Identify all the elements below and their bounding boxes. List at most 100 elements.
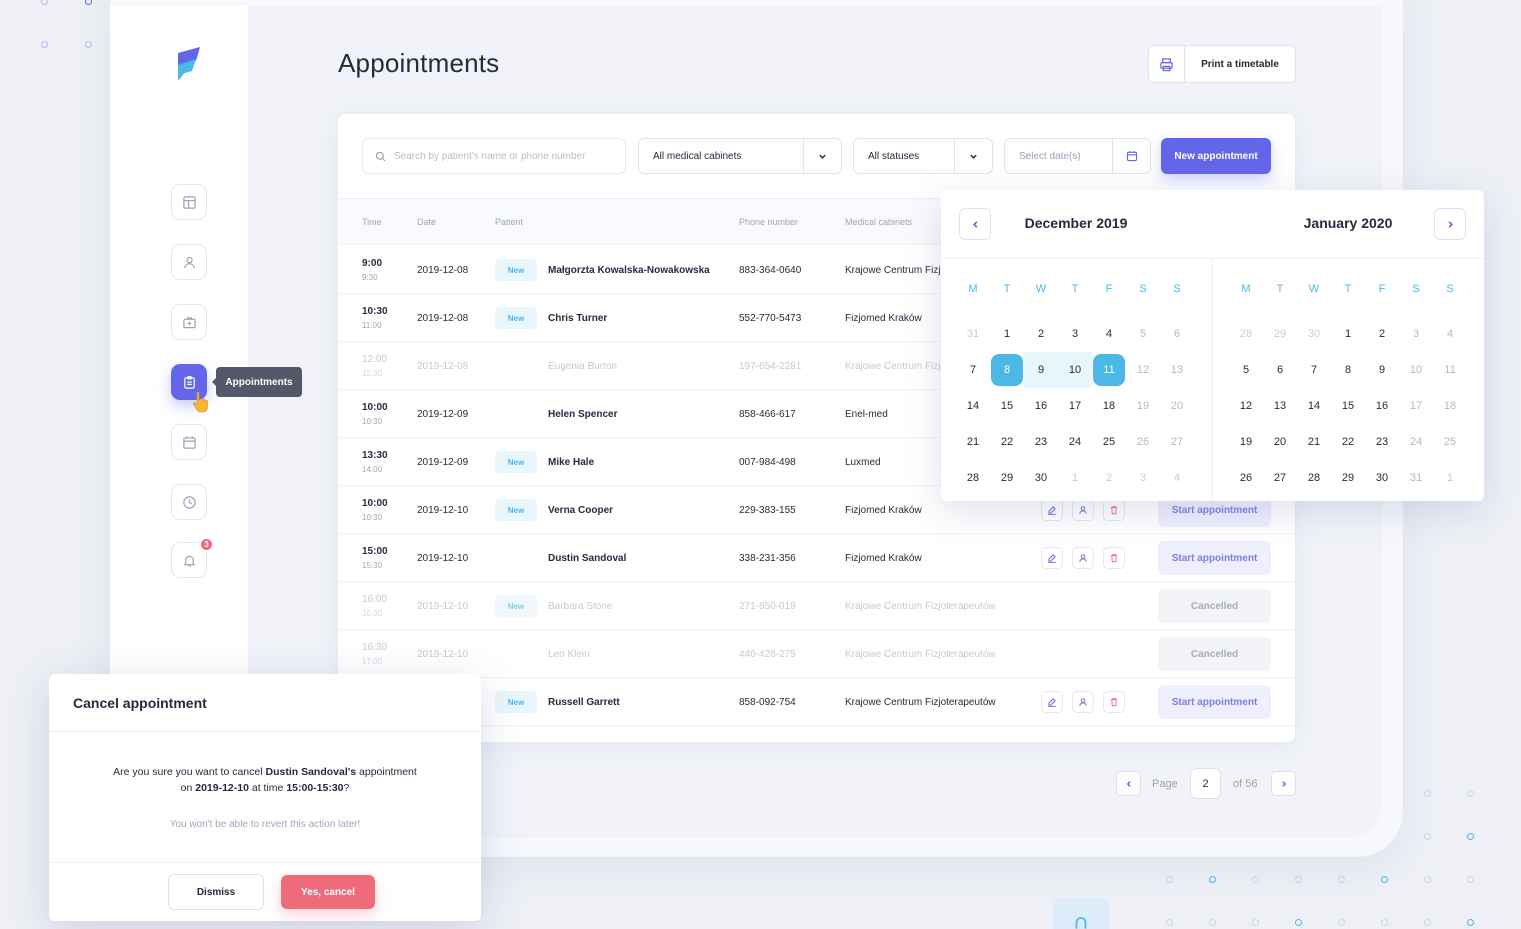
print-timetable-button[interactable]: Print a timetable (1148, 45, 1296, 83)
column-header-patient[interactable]: Patient (495, 217, 523, 227)
date-picker-input[interactable]: Select date(s) (1004, 138, 1151, 174)
calendar-day[interactable]: 21 (1297, 424, 1331, 460)
patient-name[interactable]: Chris Turner (548, 313, 713, 324)
column-header-phone[interactable]: Phone number (739, 217, 798, 227)
calendar-day[interactable]: 27 (1263, 460, 1297, 496)
calendar-day[interactable]: 10 (1399, 352, 1433, 388)
calendar-day[interactable]: 19 (1229, 424, 1263, 460)
calendar-day[interactable]: 2 (1024, 316, 1058, 352)
calendar-day-selected[interactable]: 11 (1093, 354, 1125, 386)
sidebar-item-calendar[interactable] (171, 424, 207, 460)
prev-page-button[interactable] (1116, 771, 1141, 796)
edit-icon[interactable] (1041, 547, 1063, 569)
calendar-day[interactable]: 25 (1092, 424, 1126, 460)
trash-icon[interactable] (1103, 691, 1125, 713)
calendar-day[interactable]: 2 (1365, 316, 1399, 352)
calendar-day[interactable]: 14 (1297, 388, 1331, 424)
calendar-day[interactable]: 25 (1433, 424, 1467, 460)
calendar-day-outside[interactable]: 1 (1058, 460, 1092, 496)
column-header-cabinets[interactable]: Medical cabinets (845, 217, 912, 227)
edit-icon[interactable] (1041, 499, 1063, 521)
patient-name[interactable]: Dustin Sandoval (548, 553, 713, 564)
search-box[interactable] (362, 138, 626, 174)
page-number-input[interactable]: 2 (1190, 768, 1221, 799)
sidebar-item-history[interactable] (171, 484, 207, 520)
dismiss-button[interactable]: Dismiss (168, 874, 264, 910)
calendar-day[interactable]: 16 (1024, 388, 1058, 424)
calendar-day-outside[interactable]: 2 (1092, 460, 1126, 496)
patient-name[interactable]: Russell Garrett (548, 697, 713, 708)
calendar-day[interactable]: 5 (1229, 352, 1263, 388)
calendar-day[interactable]: 23 (1365, 424, 1399, 460)
calendar-day[interactable]: 18 (1092, 388, 1126, 424)
patient-name[interactable]: Eugenia Burton (548, 361, 713, 372)
calendar-day[interactable]: 8 (1331, 352, 1365, 388)
calendar-day[interactable]: 18 (1433, 388, 1467, 424)
calendar-day[interactable]: 27 (1160, 424, 1194, 460)
calendar-day[interactable]: 3 (1399, 316, 1433, 352)
calendar-day[interactable]: 26 (1126, 424, 1160, 460)
calendar-day[interactable]: 13 (1160, 352, 1194, 388)
status-select[interactable]: All statuses (853, 138, 993, 174)
edit-icon[interactable] (1041, 691, 1063, 713)
calendar-day[interactable]: 5 (1126, 316, 1160, 352)
calendar-day[interactable]: 29 (990, 460, 1024, 496)
calendar-day[interactable]: 20 (1160, 388, 1194, 424)
calendar-day[interactable]: 31 (1399, 460, 1433, 496)
patient-name[interactable]: Helen Spencer (548, 409, 713, 420)
calendar-day[interactable]: 14 (956, 388, 990, 424)
start-appointment-button[interactable]: Start appointment (1158, 685, 1271, 719)
patient-name[interactable]: Małgorzta Kowalska-Nowakowska (548, 265, 713, 276)
user-icon[interactable] (1072, 547, 1094, 569)
calendar-day[interactable]: 15 (1331, 388, 1365, 424)
calendar-day[interactable]: 1 (1331, 316, 1365, 352)
sidebar-item-patients[interactable] (171, 244, 207, 280)
calendar-day[interactable]: 21 (956, 424, 990, 460)
calendar-day[interactable]: 20 (1263, 424, 1297, 460)
trash-icon[interactable] (1103, 547, 1125, 569)
patient-name[interactable]: Mike Hale (548, 457, 713, 468)
patient-name[interactable]: Barbara Stone (548, 601, 713, 612)
calendar-day-outside[interactable]: 3 (1126, 460, 1160, 496)
calendar-next-month-button[interactable] (1434, 208, 1466, 240)
calendar-day[interactable]: 23 (1024, 424, 1058, 460)
patient-name[interactable]: Verna Cooper (548, 505, 713, 516)
calendar-day[interactable]: 12 (1229, 388, 1263, 424)
next-page-button[interactable] (1271, 771, 1296, 796)
confirm-cancel-button[interactable]: Yes, cancel (281, 875, 375, 909)
calendar-day[interactable]: 13 (1263, 388, 1297, 424)
calendar-day-in-range[interactable]: 9 (1024, 352, 1058, 388)
calendar-day[interactable]: 28 (956, 460, 990, 496)
calendar-day[interactable]: 7 (1297, 352, 1331, 388)
table-row[interactable]: 16:30 17:00 2019-12-10 Leo Klein 446-428-275… (338, 630, 1295, 678)
search-input[interactable] (394, 150, 614, 162)
calendar-day[interactable]: 4 (1092, 316, 1126, 352)
trash-icon[interactable] (1103, 499, 1125, 521)
calendar-day[interactable]: 26 (1229, 460, 1263, 496)
calendar-day[interactable]: 11 (1433, 352, 1467, 388)
calendar-day[interactable]: 12 (1126, 352, 1160, 388)
calendar-day[interactable]: 19 (1126, 388, 1160, 424)
calendar-day[interactable]: 15 (990, 388, 1024, 424)
calendar-day-outside[interactable]: 29 (1263, 316, 1297, 352)
calendar-day[interactable]: 17 (1058, 388, 1092, 424)
calendar-day[interactable]: 24 (1399, 424, 1433, 460)
cabinet-select[interactable]: All medical cabinets (638, 138, 842, 174)
calendar-day[interactable]: 22 (1331, 424, 1365, 460)
calendar-day[interactable]: 17 (1399, 388, 1433, 424)
calendar-day[interactable]: 9 (1365, 352, 1399, 388)
calendar-day[interactable]: 6 (1160, 316, 1194, 352)
calendar-day-outside[interactable]: 4 (1160, 460, 1194, 496)
user-icon[interactable] (1072, 499, 1094, 521)
user-icon[interactable] (1072, 691, 1094, 713)
calendar-day-outside[interactable]: 31 (956, 316, 990, 352)
new-appointment-button[interactable]: New appointment (1161, 138, 1271, 174)
table-row[interactable]: New Russell Garrett 858-092-754 Krajowe Cen… (338, 678, 1295, 726)
calendar-day[interactable]: 30 (1024, 460, 1058, 496)
calendar-day-outside[interactable]: 1 (1433, 460, 1467, 496)
patient-name[interactable]: Leo Klein (548, 649, 713, 660)
calendar-day[interactable]: 22 (990, 424, 1024, 460)
table-row[interactable]: 16:00 16:30 2019-12-10 New Barbara Stone 271-… (338, 582, 1295, 630)
calendar-day[interactable]: 16 (1365, 388, 1399, 424)
column-header-date[interactable]: Date (417, 217, 436, 227)
